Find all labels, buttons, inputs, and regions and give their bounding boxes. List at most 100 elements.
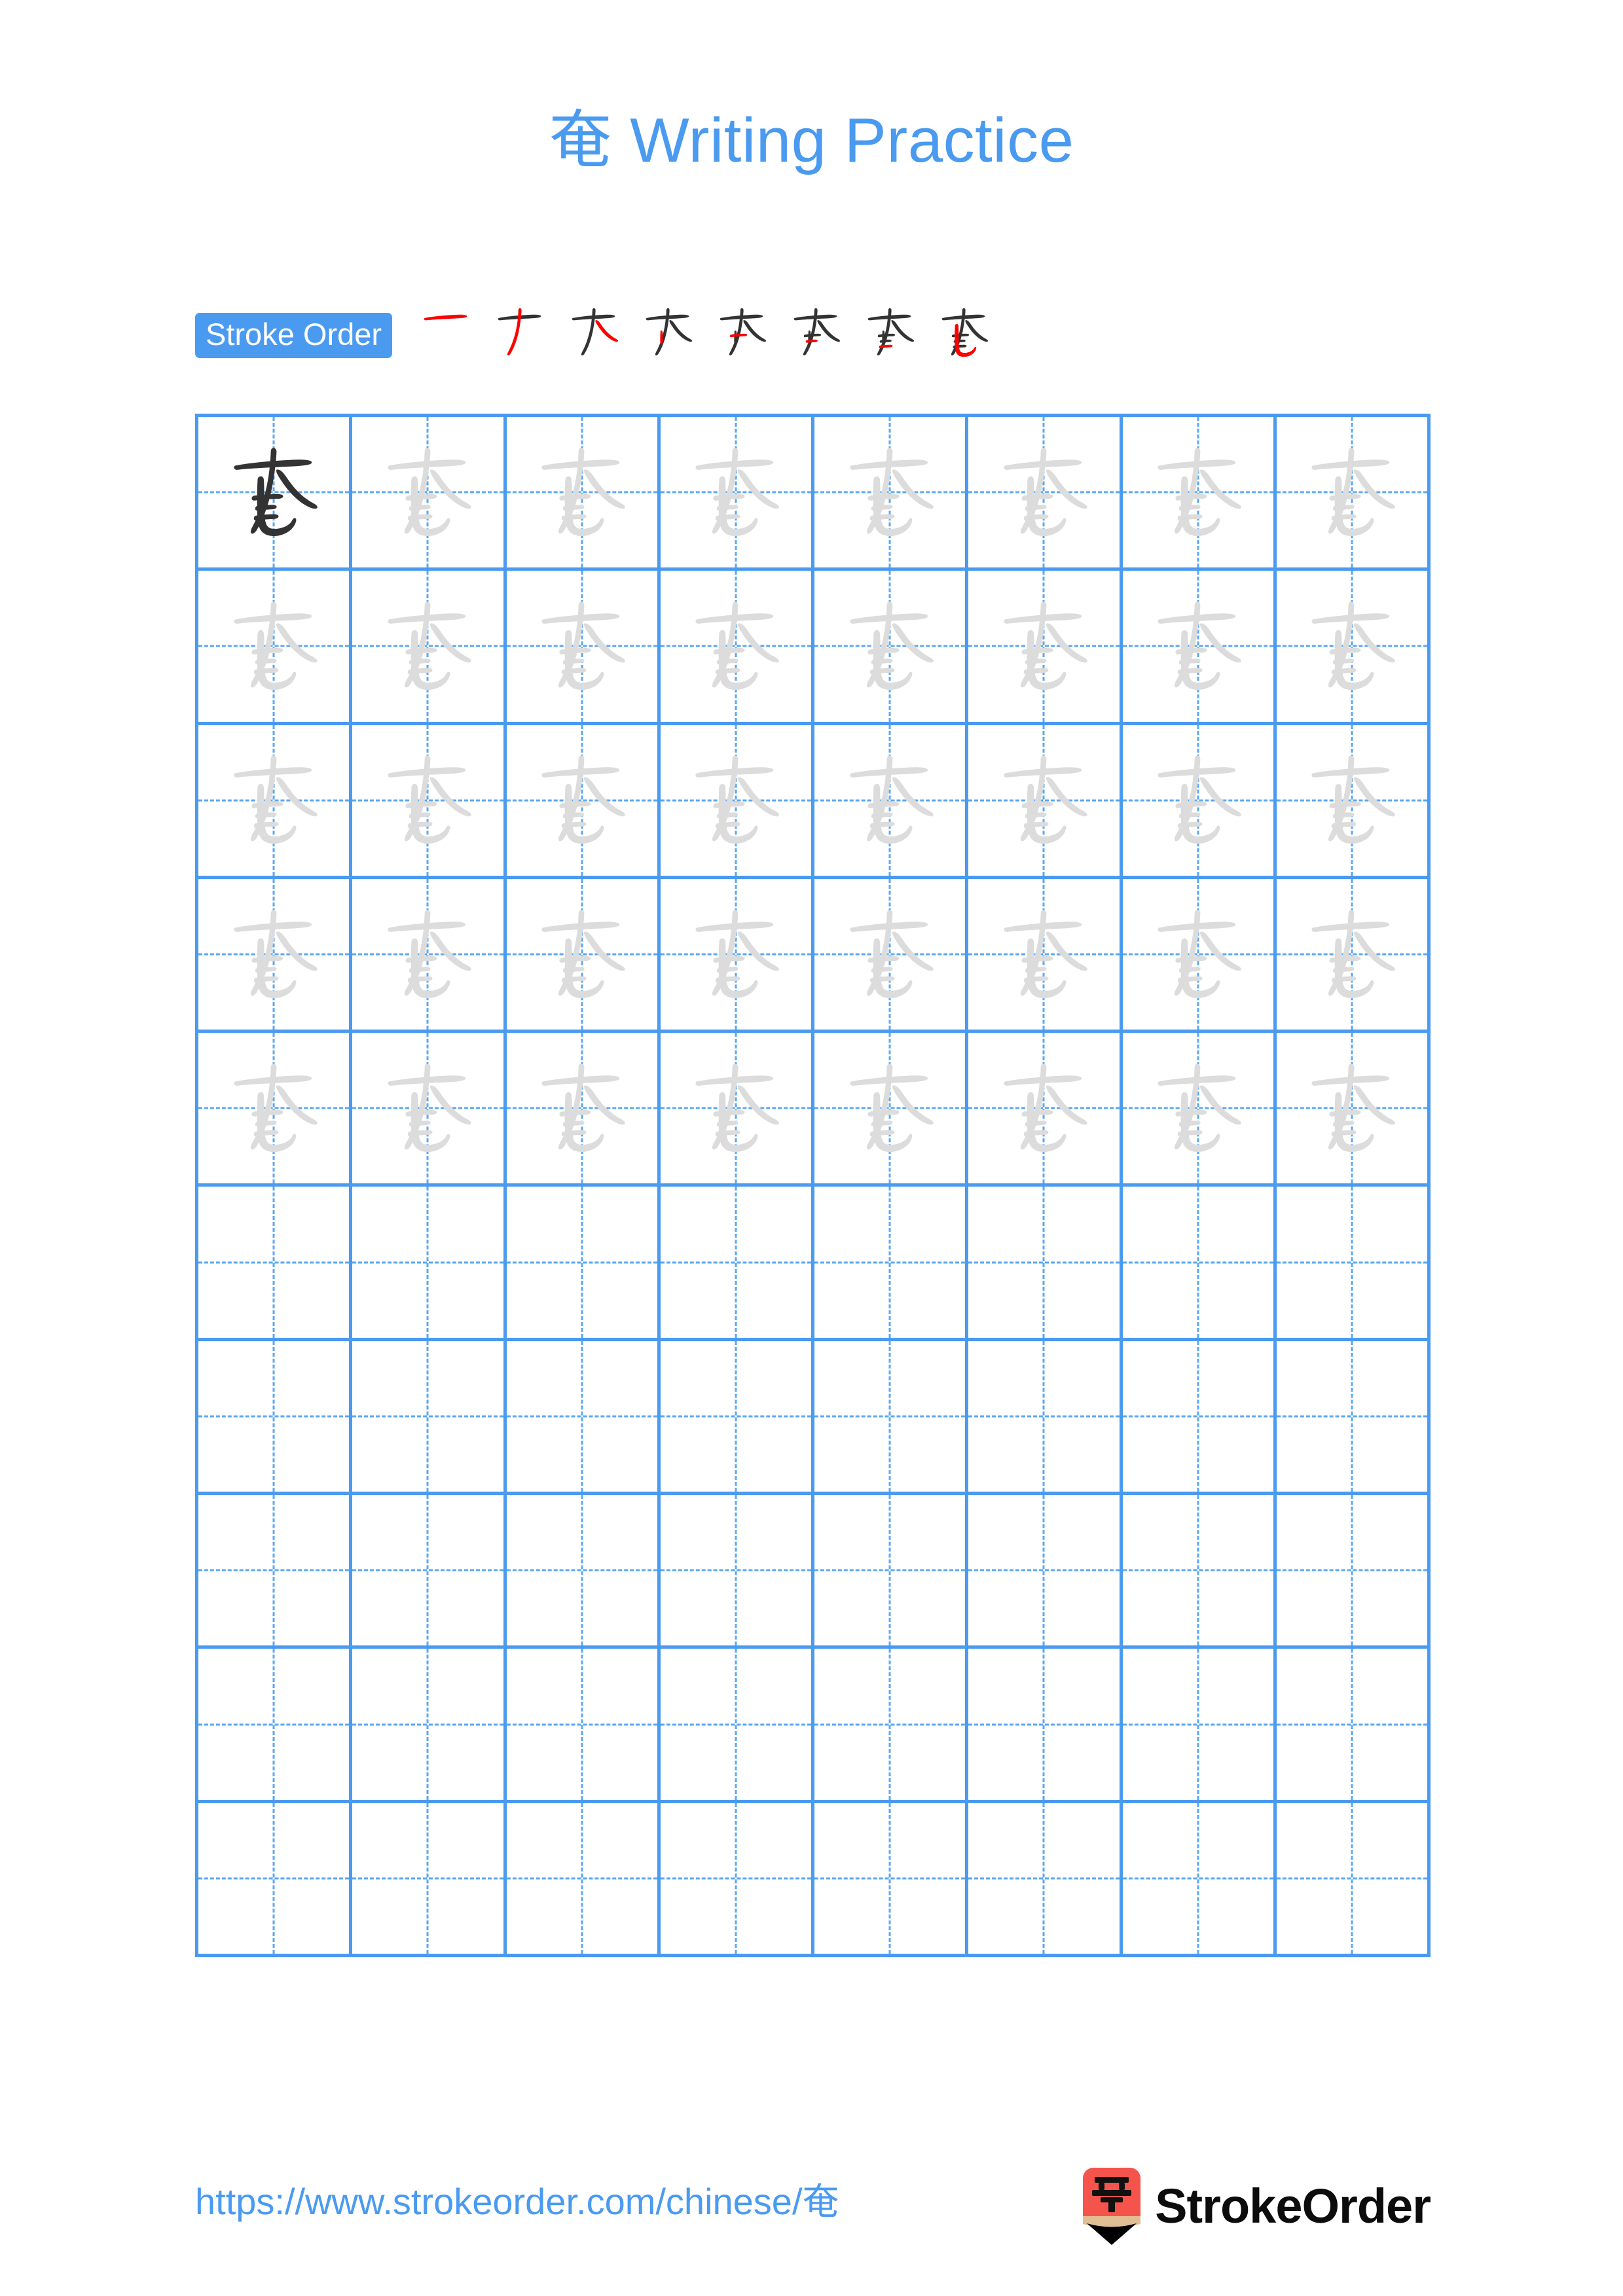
- practice-cell-r9-c1[interactable]: [198, 1649, 353, 1803]
- practice-cell-r6-c2[interactable]: [352, 1187, 507, 1341]
- practice-cell-r8-c2[interactable]: [352, 1495, 507, 1649]
- stroke-order-step-1: [409, 296, 483, 374]
- stroke-order-section: Stroke Order: [195, 296, 1001, 374]
- practice-cell-r6-c3[interactable]: [506, 1187, 661, 1341]
- practice-cell-r7-c5[interactable]: [814, 1340, 969, 1496]
- practice-cell-r4-c6[interactable]: [968, 878, 1123, 1033]
- practice-cell-r10-c2[interactable]: [352, 1803, 507, 1957]
- practice-cell-r2-c1[interactable]: [198, 571, 353, 725]
- practice-cell-r3-c5[interactable]: [814, 725, 969, 879]
- practice-cell-r10-c8[interactable]: [1276, 1803, 1431, 1957]
- practice-cell-r5-c3[interactable]: [506, 1033, 661, 1187]
- practice-cell-r7-c7[interactable]: [1122, 1340, 1277, 1496]
- practice-cell-r7-c2[interactable]: [352, 1340, 507, 1496]
- practice-cell-r10-c3[interactable]: [506, 1803, 661, 1957]
- practice-cell-r9-c3[interactable]: [506, 1649, 661, 1803]
- practice-cell-r10-c5[interactable]: [814, 1803, 969, 1957]
- practice-cell-r7-c1[interactable]: [198, 1340, 353, 1496]
- tracing-character-glyph: [507, 725, 657, 876]
- practice-cell-r5-c2[interactable]: [352, 1033, 507, 1187]
- practice-grid-row: [198, 1803, 1431, 1957]
- practice-cell-r1-c6[interactable]: [968, 417, 1123, 571]
- practice-cell-r7-c6[interactable]: [968, 1340, 1123, 1496]
- practice-grid: [195, 414, 1431, 1957]
- practice-cell-r10-c1[interactable]: [198, 1803, 353, 1957]
- practice-cell-r6-c6[interactable]: [968, 1187, 1123, 1341]
- practice-cell-r7-c4[interactable]: [660, 1340, 814, 1496]
- practice-cell-r1-c3[interactable]: [506, 417, 661, 571]
- practice-grid-row: [198, 1649, 1431, 1803]
- practice-cell-r8-c1[interactable]: [198, 1495, 353, 1649]
- practice-cell-r1-c1[interactable]: [198, 417, 353, 571]
- practice-cell-r4-c3[interactable]: [506, 878, 661, 1033]
- practice-cell-r6-c4[interactable]: [660, 1187, 814, 1341]
- practice-cell-r5-c5[interactable]: [814, 1033, 969, 1187]
- practice-cell-r3-c3[interactable]: [506, 725, 661, 879]
- practice-cell-r10-c7[interactable]: [1122, 1803, 1277, 1957]
- practice-cell-r8-c6[interactable]: [968, 1495, 1123, 1649]
- practice-cell-r3-c1[interactable]: [198, 725, 353, 879]
- practice-cell-r1-c4[interactable]: [660, 417, 814, 571]
- practice-cell-r5-c4[interactable]: [660, 1033, 814, 1187]
- practice-cell-r7-c8[interactable]: [1276, 1340, 1431, 1496]
- practice-cell-r1-c7[interactable]: [1122, 417, 1277, 571]
- practice-cell-r9-c2[interactable]: [352, 1649, 507, 1803]
- practice-cell-r5-c6[interactable]: [968, 1033, 1123, 1187]
- practice-cell-r2-c5[interactable]: [814, 571, 969, 725]
- practice-cell-r1-c5[interactable]: [814, 417, 969, 571]
- practice-cell-r6-c5[interactable]: [814, 1187, 969, 1341]
- practice-cell-r4-c4[interactable]: [660, 878, 814, 1033]
- practice-cell-r3-c8[interactable]: [1276, 725, 1431, 879]
- tracing-character-glyph: [198, 1033, 349, 1183]
- tracing-character-glyph: [352, 1033, 503, 1183]
- tracing-character-glyph: [1277, 417, 1427, 567]
- practice-cell-r4-c5[interactable]: [814, 878, 969, 1033]
- practice-cell-r3-c6[interactable]: [968, 725, 1123, 879]
- practice-cell-r2-c3[interactable]: [506, 571, 661, 725]
- practice-cell-r9-c8[interactable]: [1276, 1649, 1431, 1803]
- practice-cell-r6-c7[interactable]: [1122, 1187, 1277, 1341]
- practice-cell-r10-c6[interactable]: [968, 1803, 1123, 1957]
- practice-cell-r7-c3[interactable]: [506, 1340, 661, 1496]
- practice-cell-r8-c5[interactable]: [814, 1495, 969, 1649]
- tracing-character-glyph: [198, 725, 349, 876]
- practice-cell-r4-c7[interactable]: [1122, 878, 1277, 1033]
- practice-cell-r8-c4[interactable]: [660, 1495, 814, 1649]
- practice-cell-r4-c8[interactable]: [1276, 878, 1431, 1033]
- practice-cell-r4-c2[interactable]: [352, 878, 507, 1033]
- practice-cell-r4-c1[interactable]: [198, 878, 353, 1033]
- practice-cell-r3-c2[interactable]: [352, 725, 507, 879]
- brand-logo[interactable]: StrokeOrder: [1083, 2168, 1431, 2245]
- practice-cell-r9-c7[interactable]: [1122, 1649, 1277, 1803]
- practice-cell-r10-c4[interactable]: [660, 1803, 814, 1957]
- practice-cell-r2-c2[interactable]: [352, 571, 507, 725]
- brand-name-text: StrokeOrder: [1155, 2179, 1431, 2233]
- practice-cell-r1-c2[interactable]: [352, 417, 507, 571]
- practice-cell-r5-c1[interactable]: [198, 1033, 353, 1187]
- practice-cell-r3-c4[interactable]: [660, 725, 814, 879]
- tracing-character-glyph: [1277, 571, 1427, 721]
- footer-url-link[interactable]: https://www.strokeorder.com/chinese/奄: [195, 2179, 839, 2223]
- practice-cell-r9-c6[interactable]: [968, 1649, 1123, 1803]
- stroke-order-step-5: [705, 296, 779, 374]
- practice-cell-r9-c4[interactable]: [660, 1649, 814, 1803]
- practice-cell-r2-c7[interactable]: [1122, 571, 1277, 725]
- practice-cell-r3-c7[interactable]: [1122, 725, 1277, 879]
- practice-cell-r9-c5[interactable]: [814, 1649, 969, 1803]
- practice-cell-r2-c8[interactable]: [1276, 571, 1431, 725]
- practice-grid-row: [198, 417, 1431, 571]
- practice-cell-r6-c8[interactable]: [1276, 1187, 1431, 1341]
- practice-cell-r8-c7[interactable]: [1122, 1495, 1277, 1649]
- stroke-order-step-6: [779, 296, 853, 374]
- practice-cell-r6-c1[interactable]: [198, 1187, 353, 1341]
- practice-cell-r8-c8[interactable]: [1276, 1495, 1431, 1649]
- practice-cell-r5-c7[interactable]: [1122, 1033, 1277, 1187]
- tracing-character-glyph: [968, 417, 1119, 567]
- practice-cell-r8-c3[interactable]: [506, 1495, 661, 1649]
- tracing-character-glyph: [661, 417, 811, 567]
- practice-grid-row: [198, 1187, 1431, 1341]
- practice-cell-r5-c8[interactable]: [1276, 1033, 1431, 1187]
- practice-cell-r2-c6[interactable]: [968, 571, 1123, 725]
- practice-cell-r1-c8[interactable]: [1276, 417, 1431, 571]
- practice-cell-r2-c4[interactable]: [660, 571, 814, 725]
